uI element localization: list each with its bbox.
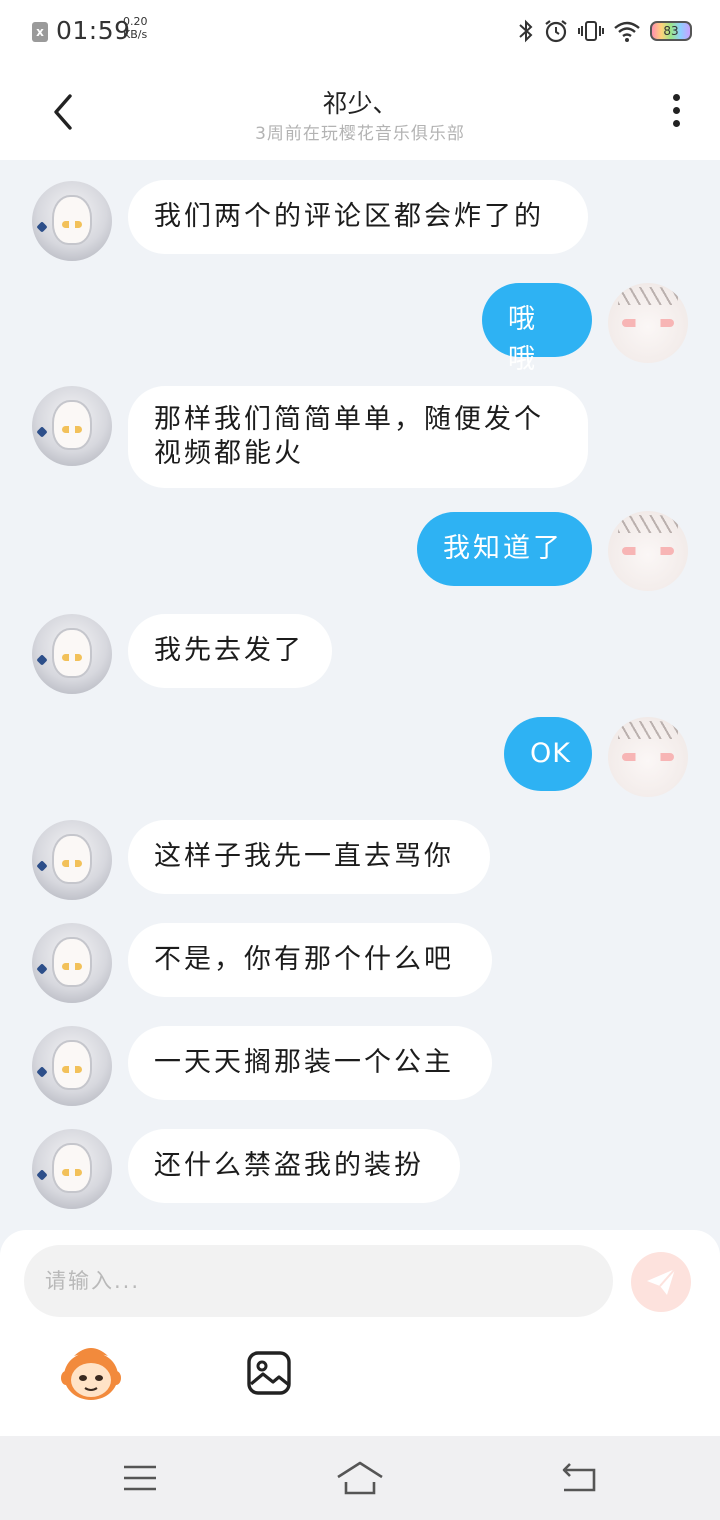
home-icon[interactable] (336, 1458, 384, 1498)
wifi-icon (614, 21, 640, 42)
my-avatar[interactable] (608, 283, 688, 363)
emoji-icon[interactable] (60, 1342, 122, 1404)
my-avatar[interactable] (608, 511, 688, 591)
sim-status-icon: x (32, 22, 48, 42)
message-list[interactable]: 我们两个的评论区都会炸了的 哦哦 那样我们简简单单，随便发个 视频都能火 我知道… (0, 160, 720, 1230)
message-composer: 请输入... (0, 1230, 720, 1436)
outgoing-message[interactable]: 我知道了 (417, 512, 592, 586)
alarm-icon (545, 20, 567, 43)
chat-header: 祁少、 3周前在玩樱花音乐俱乐部 (0, 62, 720, 160)
incoming-message[interactable]: 我先去发了 (128, 614, 332, 688)
outgoing-message[interactable]: OK (504, 717, 592, 791)
status-bar: x 01:59 0.20 KB/s 83 (0, 0, 720, 62)
contact-avatar[interactable] (32, 614, 112, 694)
incoming-message[interactable]: 不是，你有那个什么吧 (128, 923, 492, 997)
bluetooth-icon (519, 19, 533, 43)
incoming-message[interactable]: 我们两个的评论区都会炸了的 (128, 180, 588, 254)
send-button[interactable] (631, 1252, 691, 1312)
image-icon[interactable] (246, 1350, 292, 1396)
contact-avatar[interactable] (32, 1026, 112, 1106)
contact-activity: 3周前在玩樱花音乐俱乐部 (255, 124, 465, 144)
send-icon (647, 1268, 676, 1295)
incoming-message[interactable]: 还什么禁盗我的装扮 (128, 1129, 460, 1203)
network-speed: 0.20 KB/s (123, 15, 148, 41)
outgoing-message[interactable]: 哦哦 (482, 283, 592, 375)
incoming-message[interactable]: 一天天搁那装一个公主 (128, 1026, 492, 1100)
incoming-message[interactable]: 那样我们简简单单，随便发个 视频都能火 (128, 386, 588, 488)
contact-avatar[interactable] (32, 386, 112, 466)
battery-icon: 83 (650, 21, 692, 41)
message-input[interactable]: 请输入... (24, 1245, 613, 1317)
vibrate-icon (578, 21, 604, 41)
status-time: 01:59 (56, 16, 131, 45)
contact-avatar[interactable] (32, 923, 112, 1003)
network-speed-value: 0.20 (123, 15, 148, 28)
contact-avatar[interactable] (32, 820, 112, 900)
contact-name[interactable]: 祁少、 (0, 84, 720, 120)
my-avatar[interactable] (608, 717, 688, 797)
menu-icon[interactable] (120, 1458, 160, 1498)
contact-avatar[interactable] (32, 1129, 112, 1209)
status-icons: 83 (518, 16, 692, 46)
system-nav-bar (0, 1436, 720, 1520)
back-nav-icon[interactable] (558, 1458, 598, 1498)
contact-avatar[interactable] (32, 181, 112, 261)
network-speed-unit: KB/s (123, 28, 148, 41)
incoming-message[interactable]: 这样子我先一直去骂你 (128, 820, 490, 894)
more-options-button[interactable] (666, 94, 686, 134)
